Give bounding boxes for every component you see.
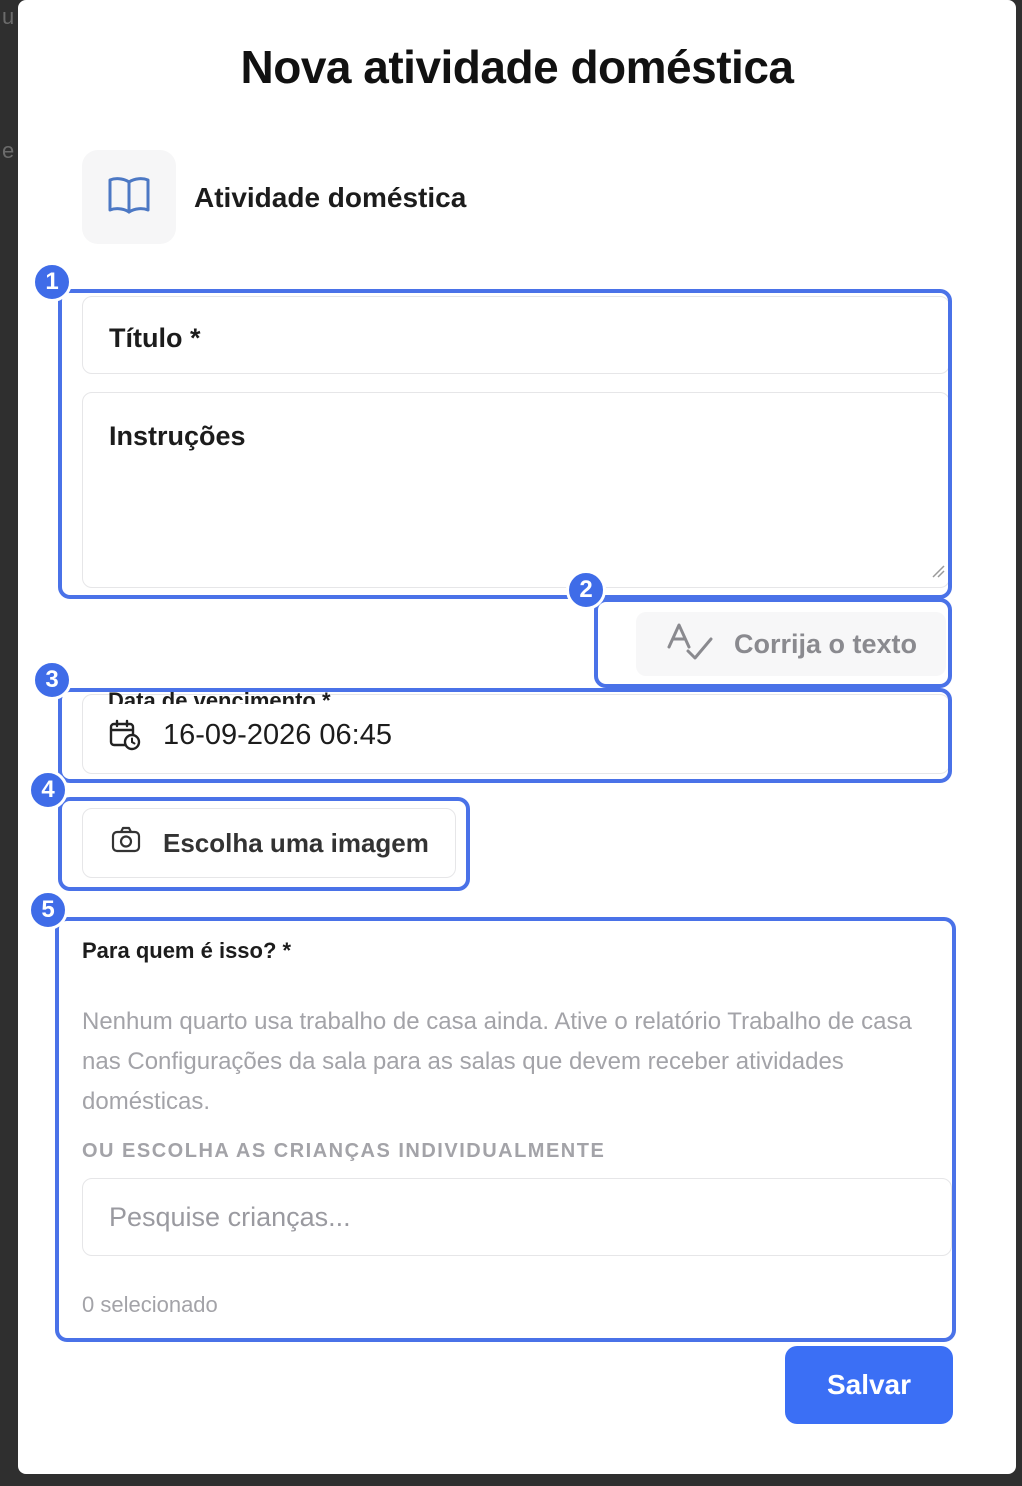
selected-count: 0 selecionado [82,1292,218,1317]
instructions-field[interactable]: Instruções [82,392,950,588]
title-label: Título * [109,323,201,353]
recipients-help-text: Nenhum quarto usa trabalho de casa ainda… [82,1008,912,1115]
new-activity-modal: Nova atividade doméstica Atividade domés… [18,0,1016,1474]
instructions-label: Instruções [109,421,246,451]
recipients-label: Para quem é isso? * [82,938,292,963]
activity-type-icon-box [82,150,176,244]
due-date-label: Data de vencimento * [108,688,331,704]
modal-title: Nova atividade doméstica [240,41,794,93]
save-button[interactable]: Salvar [785,1346,953,1424]
search-children-input[interactable] [82,1178,952,1256]
choose-image-label: Escolha uma imagem [163,827,429,858]
annotation-badge-5: 5 [28,890,68,930]
choose-image-button[interactable]: Escolha uma imagem [82,808,456,878]
spellcheck-icon [666,621,714,668]
annotation-badge-4: 4 [28,770,68,810]
resize-grip-icon[interactable] [931,564,945,583]
background-text-fragment: e [2,138,15,163]
fix-text-label: Corrija o texto [734,628,918,659]
due-date-field[interactable]: 16-09-2026 06:45 [82,694,950,774]
annotation-badge-3: 3 [32,660,72,700]
title-field[interactable]: Título * [82,296,950,374]
background-text-fragment: u [2,4,15,29]
camera-icon [111,826,141,861]
annotation-badge-1: 1 [32,262,72,302]
individual-children-label: OU ESCOLHA AS CRIANÇAS INDIVIDUALMENTE [82,1140,606,1162]
annotation-badge-2: 2 [566,570,606,610]
due-date-value: 16-09-2026 06:45 [163,719,392,751]
activity-type-label: Atividade doméstica [194,182,467,213]
book-icon [106,174,152,221]
annotation-box-5 [55,917,956,1342]
calendar-clock-icon [109,719,141,756]
fix-text-button[interactable]: Corrija o texto [636,612,946,676]
